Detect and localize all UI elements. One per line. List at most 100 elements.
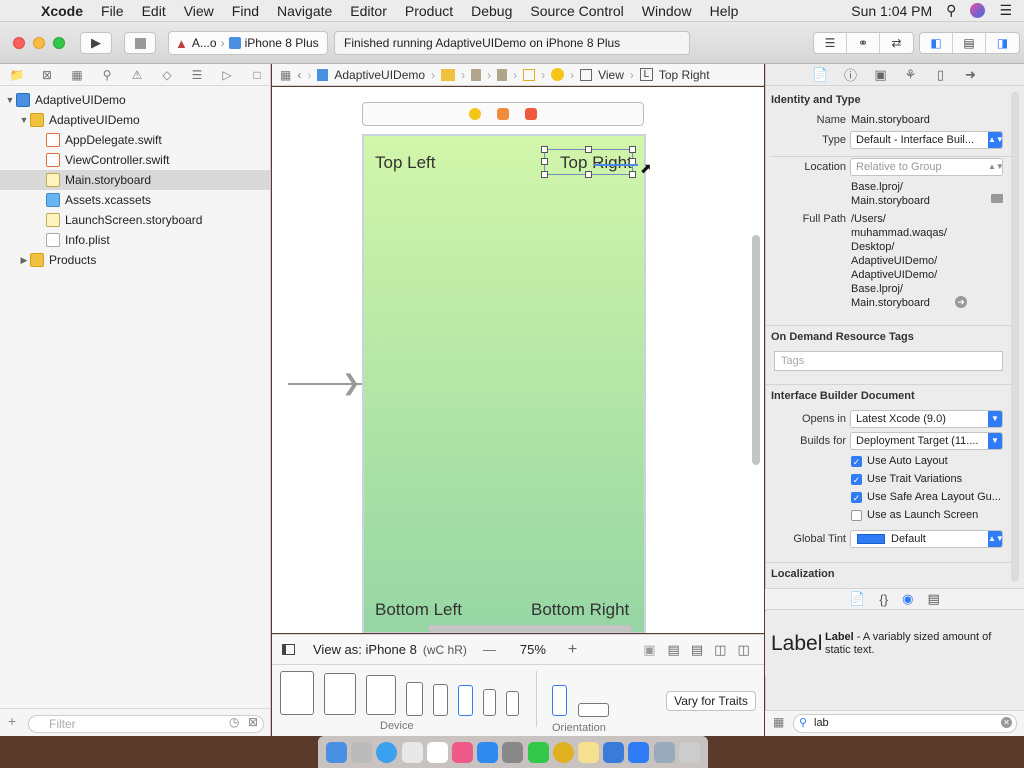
document-outline-toggle-icon[interactable]: [282, 644, 295, 655]
constraint-line[interactable]: [594, 164, 638, 166]
tags-input[interactable]: Tags: [774, 351, 1003, 371]
disclosure-closed-icon[interactable]: ▶: [18, 255, 30, 266]
tree-item-products[interactable]: ▶ Products: [0, 250, 270, 270]
connections-inspector-tab-icon[interactable]: ➜: [960, 67, 981, 83]
menu-debug[interactable]: Debug: [462, 3, 521, 19]
scene-breadcrumb-icon[interactable]: [523, 68, 536, 81]
add-constraints-icon[interactable]: ◫: [714, 642, 726, 658]
grid-view-icon[interactable]: ▦: [773, 715, 784, 729]
clock[interactable]: Sun 1:04 PM: [851, 3, 932, 19]
project-navigator-tab-icon[interactable]: 📁: [7, 68, 27, 82]
itunes-icon[interactable]: [452, 741, 474, 763]
resize-handle[interactable]: [541, 146, 548, 153]
type-popup[interactable]: Default - Interface Buil... ▲▼: [850, 131, 1003, 149]
stop-button[interactable]: [124, 32, 156, 54]
tree-item-viewcontroller[interactable]: ViewController.swift: [0, 150, 270, 170]
align-icon[interactable]: ▤: [691, 642, 703, 658]
library-item-label[interactable]: Label Label - A variably sized amount of…: [765, 612, 1024, 676]
first-responder-icon[interactable]: [497, 108, 509, 120]
global-tint-popup[interactable]: Default ▲▼: [850, 530, 1003, 548]
landscape-orientation-icon[interactable]: [578, 703, 609, 717]
resolve-issues-icon[interactable]: ◫: [737, 642, 749, 658]
view-as-label[interactable]: View as: iPhone 8: [313, 642, 417, 657]
siri-icon[interactable]: [970, 3, 986, 18]
library-search-input[interactable]: ⚲ lab ✕: [793, 714, 1017, 733]
menu-help[interactable]: Help: [701, 3, 748, 19]
show-debug-area-icon[interactable]: ▤: [953, 33, 986, 53]
run-button[interactable]: ▶: [80, 32, 112, 54]
menu-find[interactable]: Find: [223, 3, 268, 19]
tree-item-appdelegate[interactable]: AppDelegate.swift: [0, 130, 270, 150]
scheme-selector[interactable]: ▲ A...o › iPhone 8 Plus: [168, 31, 328, 55]
menu-view[interactable]: View: [175, 3, 223, 19]
iphone-scene[interactable]: Top Left Top Right Bottom Left Bottom Ri…: [362, 134, 646, 633]
disclosure-open-icon[interactable]: ▼: [18, 115, 30, 125]
notes-icon[interactable]: [577, 741, 599, 763]
menu-navigate[interactable]: Navigate: [268, 3, 341, 19]
iphone-8-plus-device-icon[interactable]: [433, 684, 448, 716]
finder-icon[interactable]: [326, 741, 348, 763]
scm-filter-icon[interactable]: ⊠: [248, 715, 258, 729]
menu-editor[interactable]: Editor: [341, 3, 396, 19]
attributes-inspector-tab-icon[interactable]: ⚘: [900, 67, 921, 83]
photos-icon[interactable]: [401, 741, 423, 763]
system-preferences-icon[interactable]: [502, 741, 524, 763]
show-utilities-icon[interactable]: ◨: [986, 33, 1019, 53]
vertical-scrollbar[interactable]: [752, 235, 760, 465]
symbol-navigator-tab-icon[interactable]: ▦: [67, 68, 87, 82]
label-top-left[interactable]: Top Left: [375, 153, 436, 173]
zoom-window-icon[interactable]: [53, 37, 65, 49]
location-popup[interactable]: Relative to Group ▲▼: [850, 158, 1003, 176]
breadcrumb-project[interactable]: AdaptiveUIDemo: [334, 68, 425, 82]
label-bottom-right[interactable]: Bottom Right: [531, 600, 629, 620]
label-bottom-left[interactable]: Bottom Left: [375, 600, 462, 620]
launchpad-icon[interactable]: [351, 741, 373, 763]
messages-icon[interactable]: [527, 741, 549, 763]
media-library-icon[interactable]: ▤: [927, 591, 939, 607]
portrait-orientation-icon[interactable]: [552, 685, 567, 716]
horizontal-scrollbar[interactable]: [428, 625, 632, 632]
identity-inspector-tab-icon[interactable]: ▣: [870, 67, 891, 83]
chrome-icon[interactable]: [552, 741, 574, 763]
quick-help-tab-icon[interactable]: ⓘ: [840, 65, 861, 84]
update-frames-icon[interactable]: ▤: [668, 642, 680, 658]
xcode-icon[interactable]: [603, 741, 625, 763]
resize-handle[interactable]: [585, 146, 592, 153]
clear-search-icon[interactable]: ✕: [1001, 717, 1012, 728]
view-controller-breadcrumb-icon[interactable]: [551, 68, 565, 81]
ipad-pro-12-device-icon[interactable]: [280, 671, 314, 715]
ipad-pro-10-device-icon[interactable]: [324, 673, 356, 715]
safari-icon[interactable]: [376, 741, 398, 763]
forward-arrow-icon[interactable]: ›: [307, 68, 311, 82]
iphone-se-device-icon[interactable]: [483, 689, 496, 716]
builds-for-popup[interactable]: Deployment Target (11.... ▼: [850, 432, 1003, 450]
view-controller-icon[interactable]: [469, 108, 481, 120]
inspector-scrollbar[interactable]: [1011, 92, 1019, 582]
find-navigator-tab-icon[interactable]: ⚲: [97, 68, 117, 82]
minimize-window-icon[interactable]: [33, 37, 45, 49]
storyboard-canvas[interactable]: ❯ Top Left Top Right Bottom Left Bottom …: [272, 87, 764, 633]
recent-files-icon[interactable]: ◷: [229, 715, 239, 729]
base-storyboard-breadcrumb-icon[interactable]: [497, 68, 508, 81]
iphone-x-device-icon[interactable]: [406, 682, 423, 716]
exit-icon[interactable]: [525, 108, 537, 120]
issue-navigator-tab-icon[interactable]: ⚠: [127, 68, 147, 82]
breadcrumb-selected-item[interactable]: Top Right: [659, 68, 710, 82]
use-safe-area-checkbox[interactable]: ✓ Use Safe Area Layout Gu...: [851, 491, 1001, 503]
add-file-icon[interactable]: +: [8, 713, 16, 729]
source-control-tab-icon[interactable]: ⊠: [37, 68, 57, 82]
version-editor-icon[interactable]: ⇄: [880, 33, 913, 53]
folder-icon[interactable]: [441, 68, 456, 81]
tree-item-infoplist[interactable]: Info.plist: [0, 230, 270, 250]
opens-in-popup[interactable]: Latest Xcode (9.0) ▼: [850, 410, 1003, 428]
zoom-in-button[interactable]: +: [568, 641, 577, 659]
resize-handle[interactable]: [629, 146, 636, 153]
back-arrow-icon[interactable]: ‹: [297, 68, 301, 82]
tree-item-assets[interactable]: Assets.xcassets: [0, 190, 270, 210]
menu-edit[interactable]: Edit: [133, 3, 175, 19]
disclosure-open-icon[interactable]: ▼: [4, 95, 16, 105]
file-template-library-icon[interactable]: 📄: [849, 591, 865, 607]
resize-handle[interactable]: [541, 158, 548, 165]
show-navigator-icon[interactable]: ◧: [920, 33, 953, 53]
use-auto-layout-checkbox[interactable]: ✓ Use Auto Layout: [851, 455, 948, 467]
